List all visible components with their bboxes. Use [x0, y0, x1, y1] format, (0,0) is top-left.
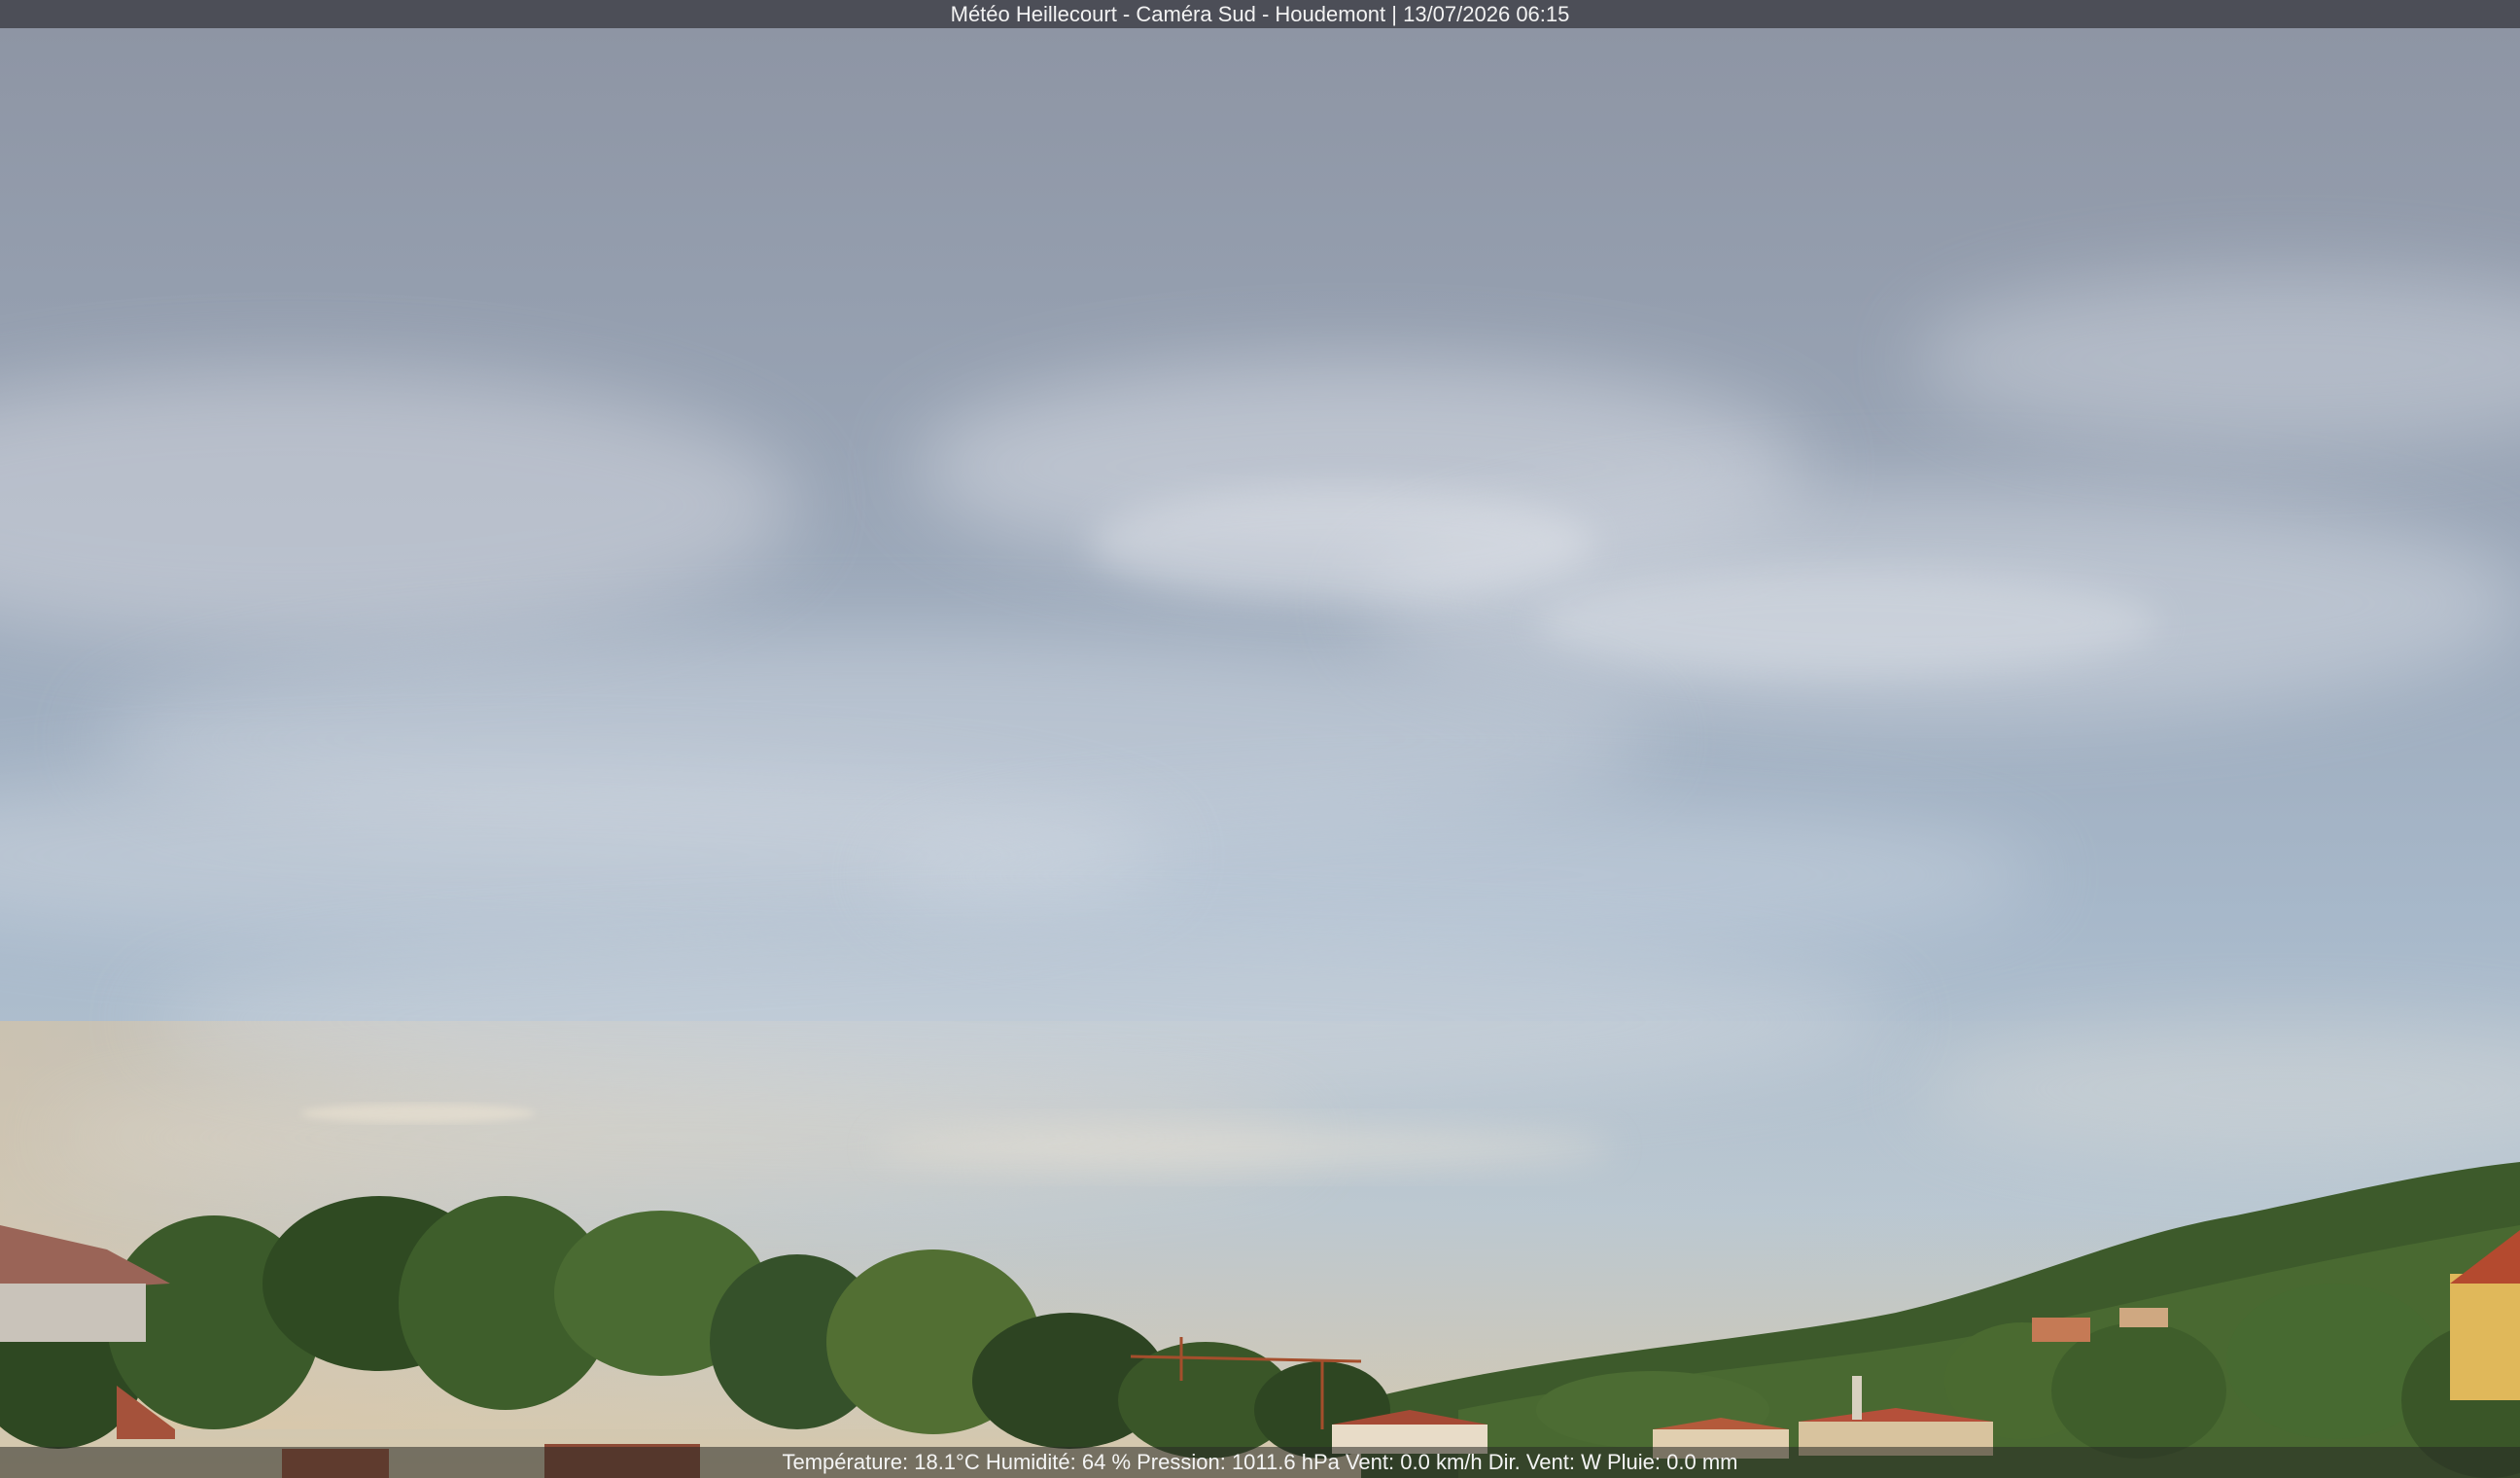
- webcam-image: [0, 0, 2520, 1478]
- camera-title-bar: Météo Heillecourt - Caméra Sud - Houdemo…: [0, 0, 2520, 28]
- weather-readout-bar: Température: 18.1°C Humidité: 64 % Press…: [0, 1447, 2520, 1478]
- webcam-frame: Météo Heillecourt - Caméra Sud - Houdemo…: [0, 0, 2520, 1478]
